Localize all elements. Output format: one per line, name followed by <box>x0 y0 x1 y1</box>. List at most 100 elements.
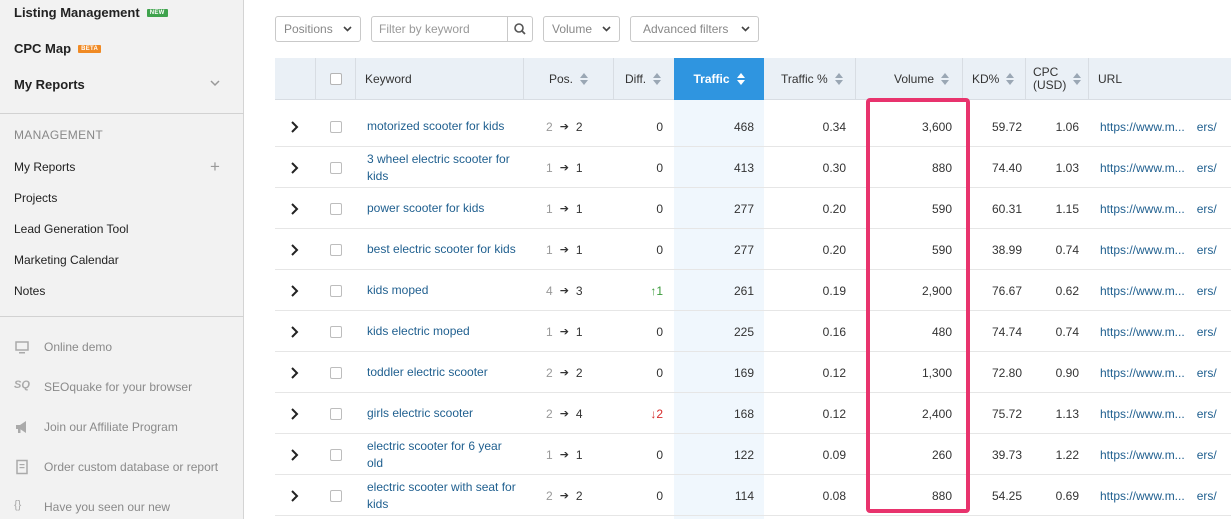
header-traffic-pct[interactable]: Traffic % <box>781 58 843 100</box>
expand-row-icon[interactable] <box>290 188 300 229</box>
arrow-right-icon: ➔ <box>559 449 569 461</box>
expand-row-icon[interactable] <box>290 393 300 434</box>
sort-icon <box>580 73 589 85</box>
keyword-link[interactable]: electric scooter for 6 year old <box>367 434 517 475</box>
volume-dropdown[interactable]: Volume <box>543 16 620 42</box>
table-row[interactable]: kids moped 4 ➔ 3 ↑1 261 0.19 2,900 76.67 0.62 http… <box>275 270 1231 311</box>
diff-cell: 0 <box>656 447 663 462</box>
url-tail: ers/ <box>1196 119 1217 134</box>
row-checkbox[interactable] <box>330 393 342 434</box>
row-checkbox[interactable] <box>330 352 342 393</box>
sidebar-util-online-demo[interactable]: Online demo <box>14 339 112 355</box>
url-link[interactable]: https://www.m... ers/ <box>1100 106 1231 147</box>
expand-row-icon[interactable] <box>290 229 300 270</box>
table-row[interactable]: girls electric scooter 2 ➔ 4 ↓2 168 0.12 2,400 7… <box>275 393 1231 434</box>
header-kd[interactable]: KD% <box>972 58 1015 100</box>
header-diff[interactable]: Diff. <box>625 58 662 100</box>
header-pos[interactable]: Pos. <box>549 58 589 100</box>
keyword-link[interactable]: motorized scooter for kids <box>367 106 517 147</box>
position-from: 4 <box>546 283 553 298</box>
table-row[interactable]: motorized scooter for kids 2 ➔ 2 0 468 0.34 3,6… <box>275 106 1231 147</box>
row-checkbox[interactable] <box>330 106 342 147</box>
add-report-icon[interactable]: + <box>210 158 220 175</box>
url-tail: ers/ <box>1196 201 1217 216</box>
header-url[interactable]: URL <box>1098 58 1122 100</box>
header-keyword[interactable]: Keyword <box>365 58 412 100</box>
kd-cell: 39.73 <box>991 447 1022 462</box>
row-checkbox[interactable] <box>330 188 342 229</box>
header-traffic[interactable]: Traffic <box>674 58 764 100</box>
traffic-cell: 225 <box>733 324 754 339</box>
positions-dropdown[interactable]: Positions <box>275 16 361 42</box>
row-checkbox[interactable] <box>330 147 342 188</box>
url-link[interactable]: https://www.m... ers/ <box>1100 352 1231 393</box>
table-row[interactable]: electric scooter with seat for kids 2 ➔ 2 0 1… <box>275 475 1231 516</box>
search-button[interactable] <box>507 16 533 42</box>
sidebar-util-new-feature[interactable]: {} Have you seen our new <box>14 499 170 515</box>
cpc-cell: 1.15 <box>1055 201 1079 216</box>
sidebar-item-notes[interactable]: Notes <box>14 284 45 298</box>
chevron-down-icon[interactable] <box>210 78 220 88</box>
url-link[interactable]: https://www.m... ers/ <box>1100 147 1231 188</box>
row-checkbox[interactable] <box>330 475 342 516</box>
table-row[interactable]: power scooter for kids 1 ➔ 1 0 277 0.20 590 60.3… <box>275 188 1231 229</box>
table-row[interactable]: electric scooter for 6 year old 1 ➔ 1 0 122 0.… <box>275 434 1231 475</box>
sidebar-item-label: My Reports <box>14 77 85 92</box>
row-checkbox[interactable] <box>330 229 342 270</box>
expand-row-icon[interactable] <box>290 475 300 516</box>
expand-row-icon[interactable] <box>290 352 300 393</box>
sidebar-item-projects[interactable]: Projects <box>14 191 57 205</box>
row-checkbox[interactable] <box>330 270 342 311</box>
table-row[interactable]: toddler electric scooter 2 ➔ 2 0 169 0.12 1,300… <box>275 352 1231 393</box>
keyword-link[interactable]: girls electric scooter <box>367 393 517 434</box>
position-from: 1 <box>546 160 553 175</box>
diff-cell: 0 <box>656 119 663 134</box>
expand-row-icon[interactable] <box>290 147 300 188</box>
traffic-pct-cell: 0.12 <box>822 365 846 380</box>
url-link[interactable]: https://www.m... ers/ <box>1100 229 1231 270</box>
expand-row-icon[interactable] <box>290 434 300 475</box>
sidebar-util-affiliate[interactable]: Join our Affiliate Program <box>14 419 178 435</box>
sidebar-item-listing-management[interactable]: Listing Management NEW <box>14 5 168 20</box>
advanced-filters-dropdown[interactable]: Advanced filters <box>630 16 759 42</box>
sidebar-item-cpc-map[interactable]: CPC Map BETA <box>14 41 102 56</box>
volume-dropdown-label: Volume <box>552 22 593 36</box>
sidebar-util-order-custom[interactable]: Order custom database or report <box>14 459 218 475</box>
keyword-link[interactable]: toddler electric scooter <box>367 352 517 393</box>
expand-row-icon[interactable] <box>290 270 300 311</box>
row-checkbox[interactable] <box>330 311 342 352</box>
table-row[interactable]: best electric scooter for kids 1 ➔ 1 0 277 0.2… <box>275 229 1231 270</box>
position-cell: 2 ➔ 2 <box>546 352 626 393</box>
url-link[interactable]: https://www.m... ers/ <box>1100 434 1231 475</box>
keyword-link[interactable]: best electric scooter for kids <box>367 229 517 270</box>
sidebar-item-lead-generation-tool[interactable]: Lead Generation Tool <box>14 222 129 236</box>
select-all-checkbox[interactable] <box>330 73 342 85</box>
keyword-link[interactable]: power scooter for kids <box>367 188 517 229</box>
keyword-link[interactable]: electric scooter with seat for kids <box>367 475 517 516</box>
sidebar-util-label: SEOquake for your browser <box>44 380 193 394</box>
keyword-filter-input[interactable]: Filter by keyword <box>371 16 508 42</box>
sidebar-item-marketing-calendar[interactable]: Marketing Calendar <box>14 253 119 267</box>
kd-cell: 74.74 <box>991 324 1022 339</box>
table-row[interactable]: 3 wheel electric scooter for kids 1 ➔ 1 0 413… <box>275 147 1231 188</box>
expand-row-icon[interactable] <box>290 106 300 147</box>
header-volume[interactable]: Volume <box>894 58 950 100</box>
url-link[interactable]: https://www.m... ers/ <box>1100 393 1231 434</box>
keyword-link[interactable]: kids electric moped <box>367 311 517 352</box>
expand-row-icon[interactable] <box>290 311 300 352</box>
row-checkbox[interactable] <box>330 434 342 475</box>
header-cpc[interactable]: CPC (USD) <box>1033 58 1082 100</box>
table-row[interactable]: kids electric moped 1 ➔ 1 0 225 0.16 480 74.74 0.… <box>275 311 1231 352</box>
sidebar-item-my-reports[interactable]: My Reports <box>14 160 75 174</box>
sidebar-item-my-reports-group[interactable]: My Reports <box>14 77 85 92</box>
keyword-link[interactable]: 3 wheel electric scooter for kids <box>367 147 517 188</box>
url-link[interactable]: https://www.m... ers/ <box>1100 311 1231 352</box>
sidebar-util-seoquake[interactable]: SQ SEOquake for your browser <box>14 379 192 395</box>
header-volume-label: Volume <box>894 72 935 86</box>
cpc-cell: 0.62 <box>1055 283 1079 298</box>
url-link[interactable]: https://www.m... ers/ <box>1100 188 1231 229</box>
url-link[interactable]: https://www.m... ers/ <box>1100 270 1231 311</box>
url-link[interactable]: https://www.m... ers/ <box>1100 475 1231 516</box>
chevron-down-icon <box>602 26 611 32</box>
keyword-link[interactable]: kids moped <box>367 270 517 311</box>
